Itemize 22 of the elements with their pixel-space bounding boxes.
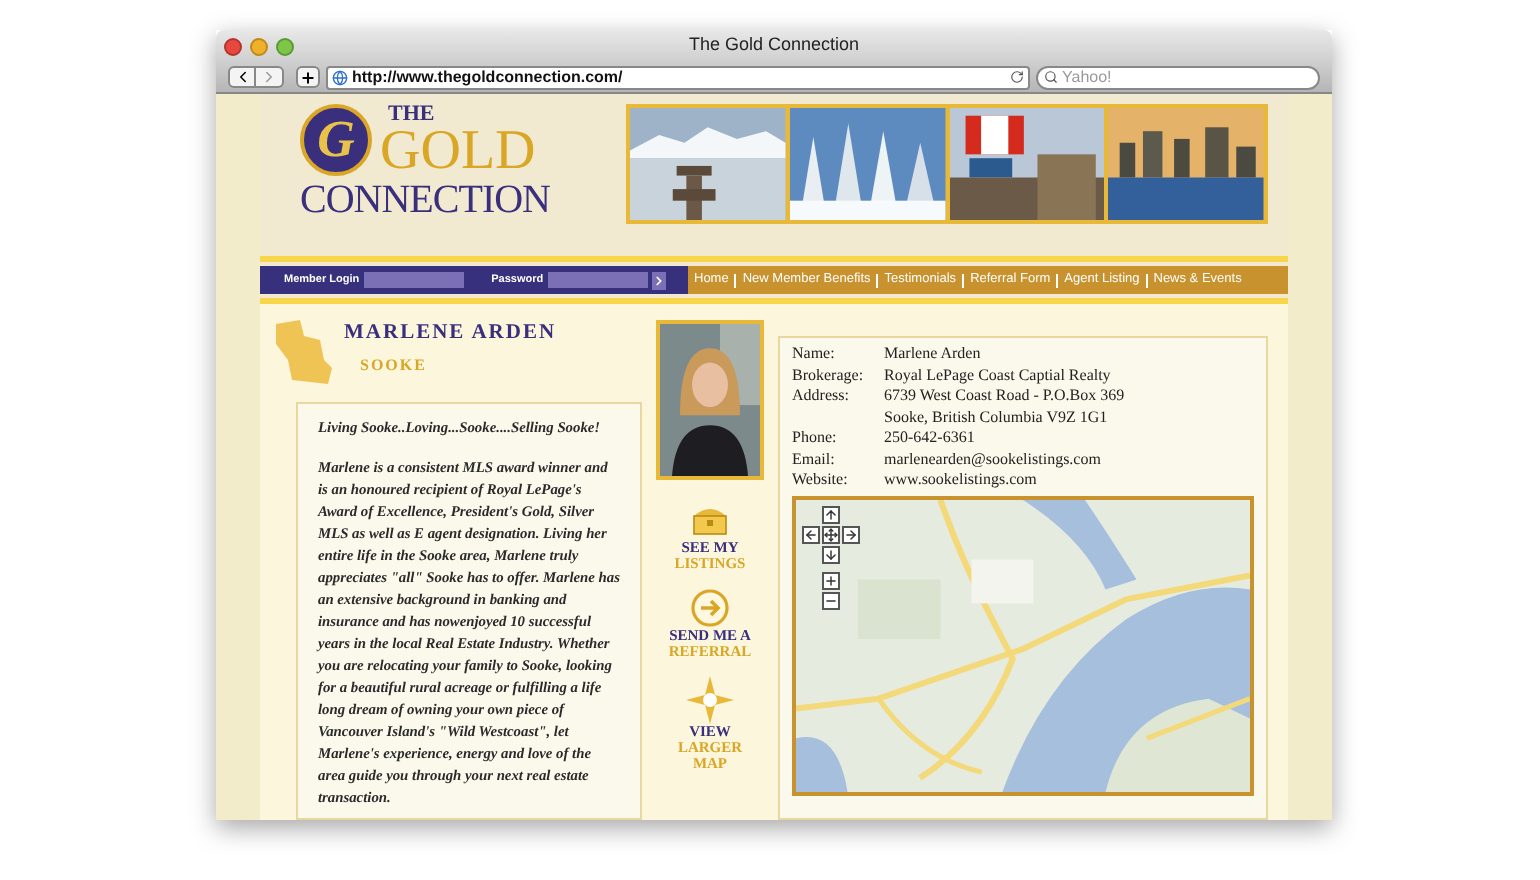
detail-value: 6739 West Coast Road - P.O.Box 369 — [884, 386, 1125, 407]
agent-name: MARLENE ARDEN — [344, 324, 557, 345]
logo-text: THE — [388, 104, 437, 126]
search-field[interactable]: Yahoo! — [1036, 65, 1320, 89]
address-field[interactable]: http://www.thegoldconnection.com/ — [326, 65, 1030, 89]
logo-text: CONNECTION — [300, 180, 550, 220]
detail-value: Marlene Arden — [884, 344, 981, 365]
detail-value: Sooke, British Columbia V9Z 1G1 — [884, 407, 1110, 428]
detail-label: Address: — [792, 386, 851, 408]
detail-label: Email: — [792, 449, 837, 470]
agent-area: SOOKE — [360, 357, 557, 373]
detail-value: Royal LePage Coast Captial Realty — [884, 365, 1111, 386]
logo-monogram: G — [300, 104, 372, 176]
detail-label: Phone: — [792, 428, 839, 449]
window-title: The Gold Connection — [686, 32, 862, 59]
detail-label: Website: — [792, 470, 850, 491]
detail-value: marlenearden@sookelistings.com — [884, 449, 1101, 470]
detail-value: 250-642-6361 — [884, 428, 975, 449]
detail-label: Name: — [792, 344, 837, 365]
detail-label: Brokerage: — [792, 365, 866, 386]
detail-value: www.sookelistings.com — [884, 470, 1037, 491]
logo-text: GOLD — [380, 126, 536, 178]
